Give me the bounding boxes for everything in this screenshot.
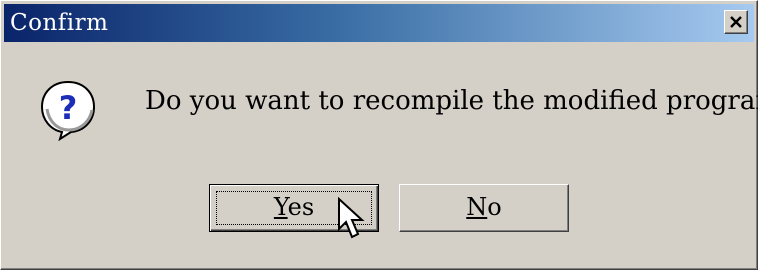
confirm-dialog: Confirm ? Do you want to recompile the m…	[0, 0, 758, 270]
message-text: Do you want to recompile the modified pr…	[145, 86, 758, 116]
mouse-pointer-icon	[338, 197, 365, 239]
yes-button-label: Yes	[273, 193, 315, 221]
svg-text:?: ?	[59, 89, 78, 127]
question-icon: ?	[40, 80, 96, 141]
title-bar[interactable]: Confirm	[4, 4, 754, 42]
no-button[interactable]: No	[399, 184, 569, 232]
window-title: Confirm	[10, 10, 109, 36]
close-icon	[730, 16, 742, 28]
no-button-label: No	[466, 193, 502, 221]
close-button[interactable]	[724, 10, 748, 34]
